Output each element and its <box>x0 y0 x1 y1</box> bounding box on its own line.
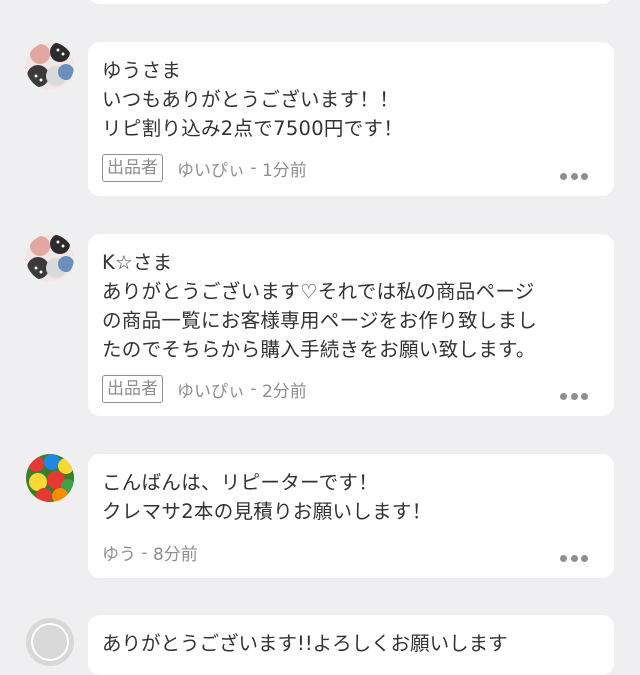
comment-author[interactable]: ゆう <box>102 540 136 565</box>
comment-card: ゆうさま いつもありがとうございます！！ リピ割り込み2点で7500円です！ 出… <box>88 42 614 196</box>
comment-line: の商品一覧にお客様専用ページをお作り致しまし <box>102 309 538 332</box>
comment-author[interactable]: ゆいぴぃ <box>177 377 245 402</box>
comment-line: ありがとうございます♡それでは私の商品ページ <box>102 280 535 303</box>
comment-author[interactable]: ゆいぴぃ <box>177 156 245 181</box>
seller-avatar[interactable] <box>26 42 74 90</box>
seller-badge: 出品者 <box>102 375 163 403</box>
comment-meta: 出品者 ゆいぴぃ - 1分前 <box>102 154 307 182</box>
more-dots-icon[interactable] <box>560 392 588 400</box>
comment-line: リピ割り込み2点で7500円です！ <box>102 117 404 140</box>
seller-avatar[interactable] <box>26 234 74 282</box>
user-avatar[interactable] <box>26 454 74 502</box>
comment-line: K☆さま <box>102 251 173 274</box>
meta-separator: - <box>136 542 153 563</box>
comment-line: ゆうさま <box>102 59 182 82</box>
comment-card: K☆さま ありがとうございます♡それでは私の商品ページ の商品一覧にお客様専用ペ… <box>88 234 614 416</box>
previous-comment-card <box>88 0 614 4</box>
comment-line: いつもありがとうございます！！ <box>102 88 400 111</box>
comment-text: こんばんは、リピーターです！ クレマサ2本の見積りお願いします！ <box>102 468 600 526</box>
comment-meta: 出品者 ゆいぴぃ - 2分前 <box>102 375 307 403</box>
comment-time: 8分前 <box>152 545 198 565</box>
user-avatar[interactable] <box>26 618 74 666</box>
comment-card: こんばんは、リピーターです！ クレマサ2本の見積りお願いします！ ゆう - 8分… <box>88 454 614 578</box>
seller-avatar-image <box>26 42 74 90</box>
meta-separator: - <box>245 158 262 178</box>
comment-meta: ゆう - 8分前 <box>102 540 198 566</box>
comment-time: 1分前 <box>261 160 307 181</box>
user-avatar-image <box>26 454 74 502</box>
comment-line: クレマサ2本の見積りお願いします！ <box>102 500 432 523</box>
comment-card: ありがとうございます!!よろしくお願いします <box>88 615 614 675</box>
comment-text: ゆうさま いつもありがとうございます！！ リピ割り込み2点で7500円です！ <box>102 56 600 143</box>
more-dots-icon[interactable] <box>560 554 588 562</box>
more-dots-icon[interactable] <box>560 172 588 180</box>
seller-avatar-image <box>26 234 74 282</box>
comment-text: K☆さま ありがとうございます♡それでは私の商品ページ の商品一覧にお客様専用ペ… <box>102 248 600 364</box>
comment-time: 2分前 <box>261 381 307 402</box>
comment-line: こんばんは、リピーターです！ <box>102 471 379 494</box>
seller-badge: 出品者 <box>102 154 163 182</box>
meta-separator: - <box>245 379 262 399</box>
comment-text: ありがとうございます!!よろしくお願いします <box>102 632 508 655</box>
comment-line: たのでそちらから購入手続きをお願い致します。 <box>102 338 536 361</box>
user-avatar-image <box>26 618 74 666</box>
